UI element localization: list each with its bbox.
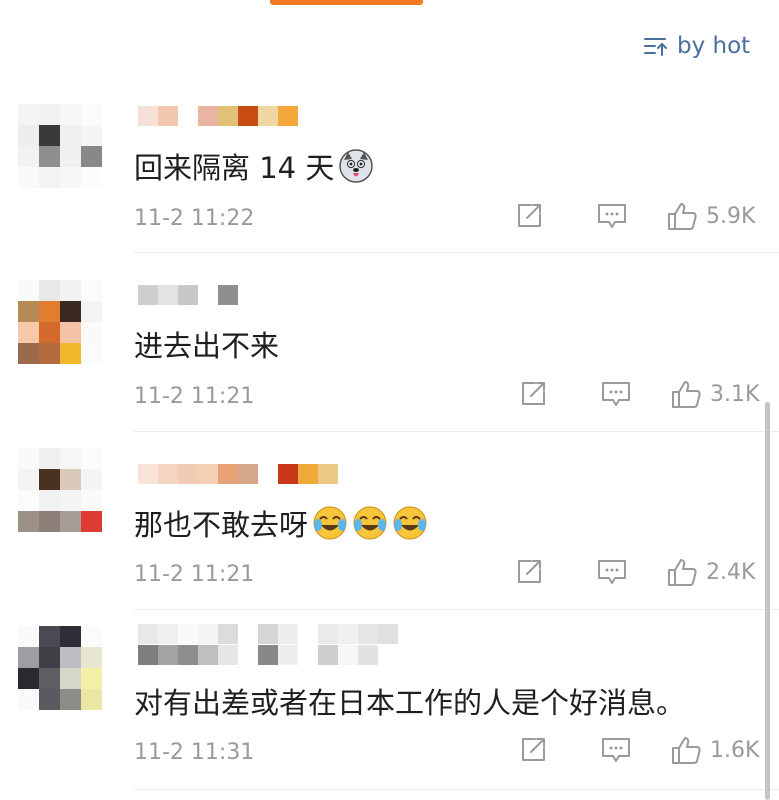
comment-timestamp: 11-2 11:21 bbox=[134, 562, 255, 587]
username-blurred[interactable] bbox=[138, 624, 398, 644]
thumbs-up-icon bbox=[668, 203, 697, 230]
comment-text: 进去出不来 bbox=[134, 323, 279, 365]
laugh-cry-emoji bbox=[392, 505, 428, 541]
like-button[interactable]: 1.6K bbox=[670, 734, 759, 766]
comment-actions: 2.4K bbox=[514, 556, 755, 588]
comment-text: 回来隔离 14 天 bbox=[134, 145, 374, 187]
thumbs-up-icon bbox=[672, 737, 701, 764]
laugh-cry-emoji bbox=[352, 505, 388, 541]
reply-button[interactable] bbox=[596, 557, 628, 587]
share-icon bbox=[518, 560, 541, 583]
like-count: 3.1K bbox=[710, 381, 760, 407]
comment-body: 那也不敢去呀 bbox=[134, 508, 309, 542]
comment-icon bbox=[602, 382, 630, 406]
share-icon bbox=[522, 738, 545, 761]
comment-actions: 3.1K bbox=[518, 378, 759, 410]
share-icon bbox=[522, 382, 545, 405]
sort-by-hot-button[interactable]: by hot bbox=[643, 30, 750, 62]
like-count: 1.6K bbox=[710, 737, 760, 763]
share-button[interactable] bbox=[514, 201, 544, 231]
username-blurred[interactable] bbox=[138, 285, 238, 305]
laugh-cry-emoji bbox=[312, 505, 348, 541]
avatar[interactable] bbox=[18, 280, 102, 364]
like-button[interactable]: 2.4K bbox=[666, 556, 755, 588]
avatar[interactable] bbox=[18, 626, 102, 710]
comment-text: 那也不敢去呀 bbox=[134, 502, 428, 544]
reply-button[interactable] bbox=[600, 379, 632, 409]
divider bbox=[134, 431, 779, 432]
comment-body: 回来隔离 14 天 bbox=[134, 151, 335, 185]
reply-button[interactable] bbox=[600, 735, 632, 765]
like-count: 5.9K bbox=[706, 203, 756, 229]
like-count: 2.4K bbox=[706, 559, 756, 585]
share-icon bbox=[518, 204, 541, 227]
active-tab-indicator bbox=[270, 0, 423, 5]
comment-timestamp: 11-2 11:21 bbox=[134, 384, 255, 409]
thumbs-up-icon bbox=[672, 381, 701, 408]
divider bbox=[134, 789, 779, 790]
comment-body: 进去出不来 bbox=[134, 329, 280, 363]
username-blurred[interactable] bbox=[138, 106, 298, 126]
thumbs-up-icon bbox=[668, 559, 697, 586]
username-blurred[interactable] bbox=[138, 464, 338, 484]
avatar[interactable] bbox=[18, 104, 102, 188]
comment-body: 对有出差或者在日本工作的人是个好消息。 bbox=[134, 686, 686, 720]
share-button[interactable] bbox=[518, 735, 548, 765]
comment-actions: 5.9K bbox=[514, 200, 755, 232]
husky-dog-emoji bbox=[338, 148, 374, 184]
reply-button[interactable] bbox=[596, 201, 628, 231]
divider bbox=[134, 609, 779, 610]
comment-icon bbox=[602, 738, 630, 762]
comment-timestamp: 11-2 11:31 bbox=[134, 740, 255, 765]
avatar[interactable] bbox=[18, 448, 102, 532]
comment-icon bbox=[598, 204, 626, 228]
sort-icon bbox=[643, 34, 669, 58]
like-button[interactable]: 3.1K bbox=[670, 378, 759, 410]
comment-timestamp: 11-2 11:22 bbox=[134, 206, 255, 231]
sort-label: by hot bbox=[677, 33, 751, 59]
comment-text: 对有出差或者在日本工作的人是个好消息。 bbox=[134, 680, 685, 722]
scrollbar[interactable] bbox=[765, 402, 770, 800]
like-button[interactable]: 5.9K bbox=[666, 200, 755, 232]
username-blurred-line2 bbox=[138, 645, 398, 665]
divider bbox=[134, 252, 779, 253]
comment-icon bbox=[598, 560, 626, 584]
comment-actions: 1.6K bbox=[518, 734, 759, 766]
share-button[interactable] bbox=[518, 379, 548, 409]
share-button[interactable] bbox=[514, 557, 544, 587]
